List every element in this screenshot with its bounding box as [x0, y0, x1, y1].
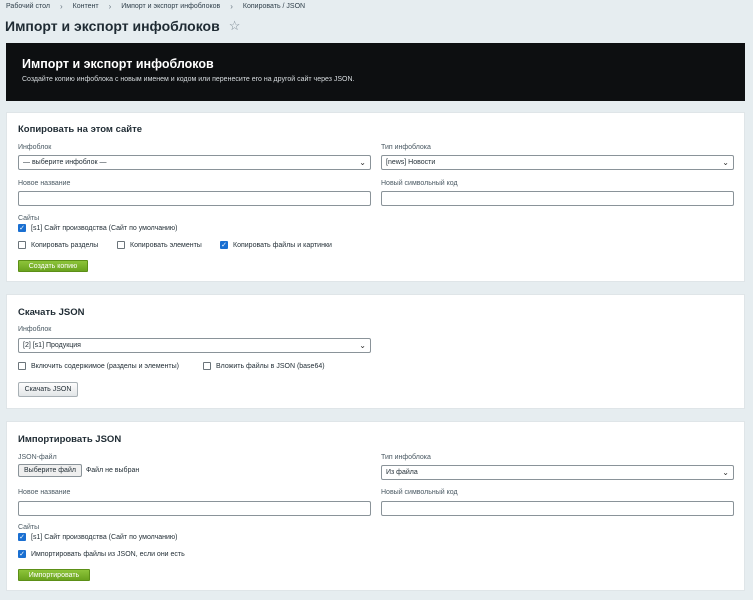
download-card: Скачать JSON Инфоблок [2] [s1] Продукция…: [6, 294, 745, 409]
download-card-title: Скачать JSON: [18, 307, 85, 318]
breadcrumb-item-import-export[interactable]: Импорт и экспорт инфоблоков: [121, 3, 220, 10]
iblock-type-select[interactable]: [news] Новости ⌄: [381, 155, 734, 170]
banner-description: Создайте копию инфоблока с новым именем …: [22, 76, 355, 83]
copy-files-checkbox[interactable]: ✓ Копировать файлы и картинки: [220, 241, 332, 249]
choose-file-button[interactable]: Выберите файл: [18, 464, 82, 477]
embed-files-label: Вложить файлы в JSON (base64): [216, 362, 325, 370]
site-checkbox-s1[interactable]: ✓ [s1] Сайт производства (Сайт по умолча…: [18, 224, 178, 232]
import-site-checkbox-label: [s1] Сайт производства (Сайт по умолчани…: [31, 533, 178, 541]
import-sites-label: Сайты: [18, 524, 40, 531]
chevron-down-icon: ⌄: [722, 468, 729, 477]
chevron-right-icon: ›: [230, 2, 233, 11]
new-code-input[interactable]: [381, 191, 734, 206]
import-code-label: Новый символьный код: [381, 489, 458, 496]
download-iblock-select[interactable]: [2] [s1] Продукция ⌄: [18, 338, 371, 353]
copy-elements-label: Копировать элементы: [130, 241, 202, 249]
chevron-right-icon: ›: [108, 2, 112, 11]
iblock-label: Инфоблок: [18, 144, 52, 151]
chevron-down-icon: ⌄: [359, 341, 366, 350]
breadcrumb-item-desktop[interactable]: Рабочий стол: [6, 3, 50, 10]
copy-files-label: Копировать файлы и картинки: [233, 241, 332, 249]
checkbox-checked-icon[interactable]: ✓: [18, 224, 26, 232]
json-file-input[interactable]: Выберите файл Файл не выбран: [18, 464, 139, 477]
page-title-row: Импорт и экспорт инфоблоков ☆: [5, 18, 240, 34]
checkbox-checked-icon[interactable]: ✓: [18, 533, 26, 541]
download-iblock-label: Инфоблок: [18, 326, 52, 333]
import-button[interactable]: Импортировать: [18, 569, 90, 581]
new-name-label: Новое название: [18, 180, 71, 187]
chevron-right-icon: ›: [59, 2, 63, 11]
embed-files-checkbox[interactable]: Вложить файлы в JSON (base64): [203, 362, 325, 370]
new-name-input[interactable]: [18, 191, 371, 206]
banner-title: Импорт и экспорт инфоблоков: [22, 57, 214, 71]
chevron-down-icon: ⌄: [359, 158, 366, 167]
import-card: Импортировать JSON JSON-файл Выберите фа…: [6, 421, 745, 591]
download-iblock-select-value: [2] [s1] Продукция: [23, 342, 81, 349]
checkbox-unchecked-icon[interactable]: [117, 241, 125, 249]
include-content-checkbox[interactable]: Включить содержимое (разделы и элементы): [18, 362, 179, 370]
import-type-select-value: Из файла: [386, 469, 418, 476]
iblock-select-value: — выберите инфоблок —: [23, 159, 107, 166]
iblock-type-label: Тип инфоблока: [381, 144, 431, 151]
copy-card: Копировать на этом сайте Инфоблок — выбе…: [6, 112, 745, 282]
import-site-checkbox-s1[interactable]: ✓ [s1] Сайт производства (Сайт по умолча…: [18, 533, 178, 541]
breadcrumb: Рабочий стол › Контент › Импорт и экспор…: [6, 2, 305, 11]
iblock-select[interactable]: — выберите инфоблок — ⌄: [18, 155, 371, 170]
import-files-checkbox[interactable]: ✓ Импортировать файлы из JSON, если они …: [18, 550, 185, 558]
import-card-title: Импортировать JSON: [18, 434, 122, 445]
page-title: Импорт и экспорт инфоблоков: [5, 18, 220, 34]
sites-label: Сайты: [18, 215, 40, 222]
star-icon[interactable]: ☆: [229, 18, 241, 34]
copy-card-title: Копировать на этом сайте: [18, 124, 143, 135]
import-code-input[interactable]: [381, 501, 734, 516]
site-checkbox-label: [s1] Сайт производства (Сайт по умолчани…: [31, 224, 178, 232]
json-file-label: JSON-файл: [18, 454, 57, 461]
new-code-label: Новый символьный код: [381, 180, 458, 187]
checkbox-checked-icon[interactable]: ✓: [220, 241, 228, 249]
breadcrumb-item-current[interactable]: Копировать / JSON: [243, 3, 305, 10]
create-copy-button[interactable]: Создать копию: [18, 260, 88, 272]
checkbox-unchecked-icon[interactable]: [18, 241, 26, 249]
include-content-label: Включить содержимое (разделы и элементы): [31, 362, 179, 370]
iblock-type-select-value: [news] Новости: [386, 159, 436, 166]
checkbox-unchecked-icon[interactable]: [18, 362, 26, 370]
copy-elements-checkbox[interactable]: Копировать элементы: [117, 241, 202, 249]
import-files-label: Импортировать файлы из JSON, если они ес…: [31, 550, 185, 558]
hero-banner: Импорт и экспорт инфоблоков Создайте коп…: [6, 43, 745, 101]
copy-sections-label: Копировать разделы: [31, 241, 99, 249]
import-name-label: Новое название: [18, 489, 71, 496]
import-type-label: Тип инфоблока: [381, 454, 431, 461]
copy-sections-checkbox[interactable]: Копировать разделы: [18, 241, 98, 249]
chevron-down-icon: ⌄: [722, 158, 729, 167]
import-name-input[interactable]: [18, 501, 371, 516]
checkbox-unchecked-icon[interactable]: [203, 362, 211, 370]
breadcrumb-item-content[interactable]: Контент: [73, 3, 99, 10]
import-type-select[interactable]: Из файла ⌄: [381, 465, 734, 480]
checkbox-checked-icon[interactable]: ✓: [18, 550, 26, 558]
download-json-button[interactable]: Скачать JSON: [18, 382, 78, 397]
file-status: Файл не выбран: [85, 467, 140, 474]
